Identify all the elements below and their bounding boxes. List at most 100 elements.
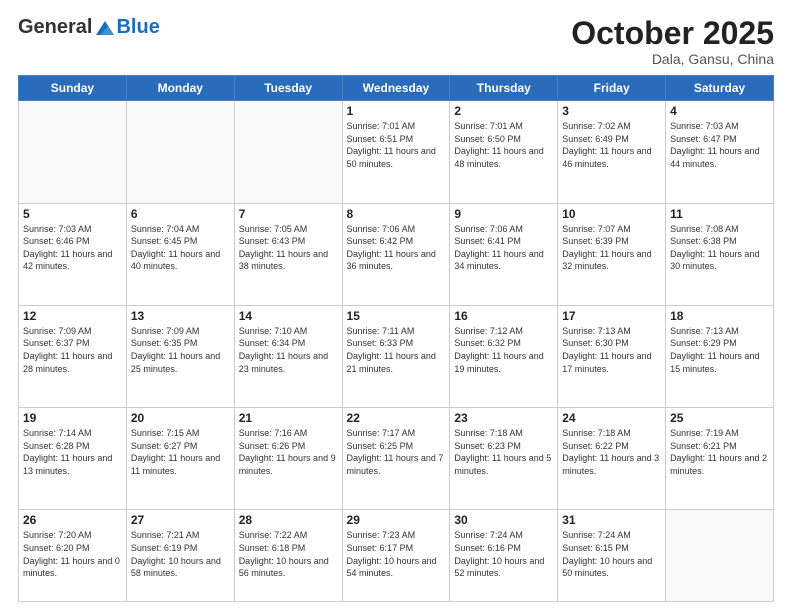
day-info: Sunrise: 7:17 AM Sunset: 6:25 PM Dayligh… [347,427,446,477]
table-row: 4Sunrise: 7:03 AM Sunset: 6:47 PM Daylig… [666,101,774,203]
day-number: 7 [239,207,338,221]
calendar-week-row: 26 Sunrise: 7:20 AM Sunset: 6:20 PM Dayli… [19,510,774,602]
table-row [234,101,342,203]
table-row: 20 Sunrise: 7:15 AM Sunset: 6:27 PM Dayli… [126,408,234,510]
day-info: Sunrise: 7:04 AM Sunset: 6:45 PM Dayligh… [131,223,230,273]
day-info: Sunrise: 7:16 AM Sunset: 6:26 PM Dayligh… [239,427,338,477]
table-row: 3 Sunrise: 7:02 AM Sunset: 6:49 PM Daylig… [558,101,666,203]
table-row: 28 Sunrise: 7:22 AM Sunset: 6:18 PM Dayli… [234,510,342,602]
table-row: 21 Sunrise: 7:16 AM Sunset: 6:26 PM Dayli… [234,408,342,510]
day-info: Sunrise: 7:24 AM Sunset: 6:15 PM Dayligh… [562,529,661,579]
table-row [19,101,127,203]
day-number: 15 [347,309,446,323]
day-number: 12 [23,309,122,323]
day-number: 19 [23,411,122,425]
day-number: 11 [670,207,769,221]
table-row: 29 Sunrise: 7:23 AM Sunset: 6:17 PM Dayli… [342,510,450,602]
table-row: 26 Sunrise: 7:20 AM Sunset: 6:20 PM Dayli… [19,510,127,602]
day-info: Sunrise: 7:21 AM Sunset: 6:19 PM Dayligh… [131,529,230,579]
logo: General Blue [18,16,160,39]
table-row: 10 Sunrise: 7:07 AM Sunset: 6:39 PM Dayli… [558,203,666,305]
day-number: 16 [454,309,553,323]
day-number: 27 [131,513,230,527]
table-row: 6 Sunrise: 7:04 AM Sunset: 6:45 PM Daylig… [126,203,234,305]
day-info: Sunrise: 7:24 AM Sunset: 6:16 PM Dayligh… [454,529,553,579]
day-number: 6 [131,207,230,221]
day-number: 29 [347,513,446,527]
day-info: Sunrise: 7:18 AM Sunset: 6:23 PM Dayligh… [454,427,553,477]
day-info: Sunrise: 7:03 AM Sunset: 6:47 PM Dayligh… [670,120,769,170]
table-row: 17 Sunrise: 7:13 AM Sunset: 6:30 PM Dayli… [558,305,666,407]
day-number: 3 [562,104,661,118]
day-info: Sunrise: 7:01 AM Sunset: 6:51 PM Dayligh… [347,120,446,170]
day-info: Sunrise: 7:15 AM Sunset: 6:27 PM Dayligh… [131,427,230,477]
table-row: 1Sunrise: 7:01 AM Sunset: 6:51 PM Daylig… [342,101,450,203]
day-number: 22 [347,411,446,425]
day-info: Sunrise: 7:07 AM Sunset: 6:39 PM Dayligh… [562,223,661,273]
day-number: 17 [562,309,661,323]
day-number: 10 [562,207,661,221]
title-block: October 2025 Dala, Gansu, China [571,16,774,67]
table-row: 23 Sunrise: 7:18 AM Sunset: 6:23 PM Dayli… [450,408,558,510]
col-wednesday: Wednesday [342,76,450,101]
calendar-header-row: Sunday Monday Tuesday Wednesday Thursday… [19,76,774,101]
table-row [126,101,234,203]
day-info: Sunrise: 7:06 AM Sunset: 6:41 PM Dayligh… [454,223,553,273]
table-row: 24Sunrise: 7:18 AM Sunset: 6:22 PM Dayli… [558,408,666,510]
day-info: Sunrise: 7:10 AM Sunset: 6:34 PM Dayligh… [239,325,338,375]
col-friday: Friday [558,76,666,101]
day-number: 20 [131,411,230,425]
day-info: Sunrise: 7:06 AM Sunset: 6:42 PM Dayligh… [347,223,446,273]
table-row: 2 Sunrise: 7:01 AM Sunset: 6:50 PM Daylig… [450,101,558,203]
day-number: 31 [562,513,661,527]
calendar-week-row: 5Sunrise: 7:03 AM Sunset: 6:46 PM Daylig… [19,203,774,305]
day-info: Sunrise: 7:02 AM Sunset: 6:49 PM Dayligh… [562,120,661,170]
table-row: 27 Sunrise: 7:21 AM Sunset: 6:19 PM Dayli… [126,510,234,602]
logo-blue-text: Blue [116,16,159,39]
table-row: 13Sunrise: 7:09 AM Sunset: 6:35 PM Dayli… [126,305,234,407]
day-info: Sunrise: 7:09 AM Sunset: 6:35 PM Dayligh… [131,325,230,375]
day-number: 25 [670,411,769,425]
day-info: Sunrise: 7:01 AM Sunset: 6:50 PM Dayligh… [454,120,553,170]
day-info: Sunrise: 7:19 AM Sunset: 6:21 PM Dayligh… [670,427,769,477]
calendar-week-row: 1Sunrise: 7:01 AM Sunset: 6:51 PM Daylig… [19,101,774,203]
page: General Blue October 2025 Dala, Gansu, C… [0,0,792,612]
day-info: Sunrise: 7:08 AM Sunset: 6:38 PM Dayligh… [670,223,769,273]
day-number: 9 [454,207,553,221]
day-info: Sunrise: 7:11 AM Sunset: 6:33 PM Dayligh… [347,325,446,375]
header: General Blue October 2025 Dala, Gansu, C… [18,16,774,67]
day-number: 14 [239,309,338,323]
day-number: 2 [454,104,553,118]
table-row: 31 Sunrise: 7:24 AM Sunset: 6:15 PM Dayli… [558,510,666,602]
day-number: 30 [454,513,553,527]
day-number: 23 [454,411,553,425]
calendar-table: Sunday Monday Tuesday Wednesday Thursday… [18,75,774,602]
table-row: 14 Sunrise: 7:10 AM Sunset: 6:34 PM Dayli… [234,305,342,407]
col-tuesday: Tuesday [234,76,342,101]
day-info: Sunrise: 7:13 AM Sunset: 6:30 PM Dayligh… [562,325,661,375]
table-row: 15 Sunrise: 7:11 AM Sunset: 6:33 PM Dayli… [342,305,450,407]
table-row: 5Sunrise: 7:03 AM Sunset: 6:46 PM Daylig… [19,203,127,305]
day-number: 8 [347,207,446,221]
day-info: Sunrise: 7:14 AM Sunset: 6:28 PM Dayligh… [23,427,122,477]
day-info: Sunrise: 7:12 AM Sunset: 6:32 PM Dayligh… [454,325,553,375]
day-number: 21 [239,411,338,425]
day-info: Sunrise: 7:23 AM Sunset: 6:17 PM Dayligh… [347,529,446,579]
day-number: 18 [670,309,769,323]
col-monday: Monday [126,76,234,101]
day-number: 28 [239,513,338,527]
table-row: 16 Sunrise: 7:12 AM Sunset: 6:32 PM Dayli… [450,305,558,407]
col-thursday: Thursday [450,76,558,101]
table-row: 25 Sunrise: 7:19 AM Sunset: 6:21 PM Dayli… [666,408,774,510]
logo-icon [94,17,116,39]
table-row: 7 Sunrise: 7:05 AM Sunset: 6:43 PM Daylig… [234,203,342,305]
day-number: 24 [562,411,661,425]
day-info: Sunrise: 7:05 AM Sunset: 6:43 PM Dayligh… [239,223,338,273]
day-info: Sunrise: 7:20 AM Sunset: 6:20 PM Dayligh… [23,529,122,579]
day-info: Sunrise: 7:22 AM Sunset: 6:18 PM Dayligh… [239,529,338,579]
col-sunday: Sunday [19,76,127,101]
day-number: 26 [23,513,122,527]
calendar-week-row: 12Sunrise: 7:09 AM Sunset: 6:37 PM Dayli… [19,305,774,407]
logo-general-text: General [18,16,92,39]
table-row: 19 Sunrise: 7:14 AM Sunset: 6:28 PM Dayli… [19,408,127,510]
